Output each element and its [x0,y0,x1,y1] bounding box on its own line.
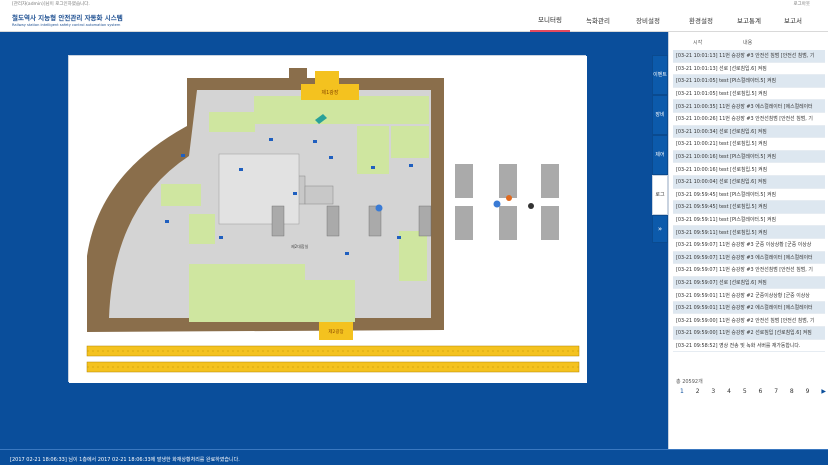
log-row[interactable]: [03-21 09:59:45] test [PI스컬레이터.5] 켜짐 [673,189,825,202]
log-row[interactable]: [03-21 09:59:07] 11번 승강장 #3 에스컬레이터 [에스컬레… [673,251,825,265]
log-row[interactable]: [03-21 10:01:13] 선로 [선로침입.6] 켜짐 [673,63,825,76]
log-total-count: 총 20592개 [676,379,703,385]
log-row[interactable]: [03-21 10:00:35] 11번 승강장 #3 에스컬레이터 [에스컬레… [673,100,825,113]
log-row[interactable]: [03-21 10:01:13] 11번 승강장 #3 안전선 침범 [안전선 … [673,50,825,63]
header: 철도역사 지능형 안전관리 자동화 시스템 Railway station in… [0,8,828,32]
page-link[interactable]: 8 [790,388,794,395]
nav-report-stats[interactable]: 보고통계 [728,8,770,32]
page-link[interactable]: 1 [680,388,684,395]
app-logo: 철도역사 지능형 안전관리 자동화 시스템 Railway station in… [12,12,123,27]
log-row[interactable]: [03-21 09:59:45] test [선로침입.5] 켜짐 [673,201,825,214]
svg-text:제2광장: 제2광장 [328,328,343,335]
log-row[interactable]: [03-21 10:00:16] test [선로침입.5] 켜짐 [673,163,825,176]
log-header-content: 내용 [743,40,753,46]
log-row[interactable]: [03-21 10:00:04] 선로 [선로침입.6] 켜짐 [673,175,825,189]
top-info-bar: [관리자(admin)]님이 로그인하였습니다. 로그아웃 [0,0,828,8]
app-title: 철도역사 지능형 안전관리 자동화 시스템 [12,14,123,22]
nav-monitoring[interactable]: 모니터링 [530,8,570,32]
log-list: [03-21 10:01:13] 11번 승강장 #3 안전선 침범 [안전선 … [673,50,825,353]
page-link[interactable]: 4 [727,388,731,395]
log-row[interactable]: [03-21 10:01:05] test [선로침입.5] 켜짐 [673,88,825,101]
page-link[interactable]: 6 [759,388,763,395]
status-message: [2017 02-21 18:06:33] 님이 1층에서 2017 02-21… [10,457,240,463]
log-row[interactable]: [03-21 09:59:01] 11번 승강장 #2 에스컬레이터 [에스컬레… [673,301,825,315]
log-row[interactable]: [03-21 10:00:26] 11번 승강장 #3 안전선침범 [안전선 침… [673,113,825,126]
log-row[interactable]: [03-21 09:59:11] test [PI스컬레이터.5] 켜짐 [673,214,825,227]
tab-log[interactable]: 로그 [652,175,668,215]
page-link[interactable]: 2 [696,388,700,395]
page-link[interactable]: 5 [743,388,747,395]
log-header: 시각 내용 [673,39,823,47]
page-link[interactable]: 3 [711,388,715,395]
log-panel: 시각 내용 [03-21 10:01:13] 11번 승강장 #3 안전선 침범… [668,32,828,449]
log-row[interactable]: [03-21 10:00:16] test [PI스컬레이터.5] 켜짐 [673,150,825,164]
log-row[interactable]: [03-21 10:00:21] test [선로침입.5] 켜짐 [673,138,825,151]
fire-alert-icon[interactable] [506,195,512,201]
status-bar: [2017 02-21 18:06:33] 님이 1층에서 2017 02-21… [0,449,828,465]
log-row[interactable]: [03-21 09:59:00] 11번 승강장 #2 안전선 침범 [안전선 … [673,314,825,328]
log-row[interactable]: [03-21 10:00:34] 선로 [선로침입.6] 켜짐 [673,125,825,139]
log-row[interactable]: [03-21 09:59:01] 11번 승강장 #2 군중이상상황 [군중 이… [673,289,825,302]
person-icon [528,203,534,209]
log-row[interactable]: [03-21 09:58:52] 영상 전송 및 녹화 서버를 재가동합니다. [673,340,825,353]
svg-text:제1광장: 제1광장 [322,89,339,96]
floor-map-panel: 1층 ▼ 제1광장 제2대합실 제2광장 [68,55,587,383]
svg-text:제2대합실: 제2대합실 [291,243,309,249]
login-message: [관리자(admin)]님이 로그인하였습니다. [12,2,90,7]
logout-link[interactable]: 로그아웃 [793,1,810,7]
log-row[interactable]: [03-21 10:01:05] test [PI스컬레이터.5] 켜짐 [673,75,825,88]
camera-icon[interactable] [493,200,501,208]
log-row[interactable]: [03-21 09:59:11] test [선로침입.5] 켜짐 [673,226,825,239]
log-row[interactable]: [03-21 09:59:07] 선로 [선로침입.6] 켜짐 [673,276,825,290]
log-row[interactable]: [03-21 09:59:07] 11번 승강장 #3 안전선침범 [안전선 침… [673,264,825,277]
tab-devices[interactable]: 장비 [652,95,668,135]
log-header-time: 시각 [693,40,703,46]
page-link[interactable]: 9 [806,388,810,395]
nav-environment[interactable]: 환경설정 [680,8,722,32]
tab-control[interactable]: 제어 [652,135,668,175]
nav-devices[interactable]: 장비설정 [627,8,669,32]
log-row[interactable]: [03-21 09:59:07] 11번 승강장 #3 군중 이상상황 [군중 … [673,239,825,252]
nav-recording[interactable]: 녹화관리 [578,8,618,32]
page-link[interactable]: 7 [774,388,778,395]
log-pagination: 1 2 3 4 5 6 7 8 9 ▶ [680,388,826,395]
log-row[interactable]: [03-21 09:59:00] 11번 승강장 #2 선로침입 [선로침입.6… [673,327,825,340]
nav-report[interactable]: 보고서 [778,8,808,32]
app-subtitle: Railway station intelligent safety contr… [12,23,121,27]
next-page-icon[interactable]: ▶ [821,388,826,395]
camera-icon[interactable] [375,204,383,212]
collapse-panel-icon[interactable]: » [652,215,668,243]
tab-events[interactable]: 이벤트 [652,55,668,95]
station-floor-map: 제1광장 제2대합실 제2광장 [69,56,587,383]
